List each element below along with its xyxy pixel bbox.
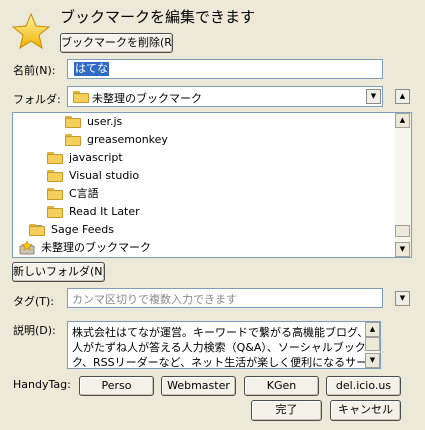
tree-item[interactable]: 未整理のブックマーク: [19, 239, 151, 257]
done-button[interactable]: 完了: [251, 400, 322, 421]
dialog-title: ブックマークを編集できます: [60, 8, 256, 26]
folder-icon: [73, 91, 89, 103]
tree-item[interactable]: user.js: [65, 113, 122, 131]
folder-selected-value: 未整理のブックマーク: [92, 92, 202, 105]
tree-item[interactable]: C言語: [47, 185, 99, 203]
scroll-thumb[interactable]: [395, 225, 410, 237]
tree-item[interactable]: javascript: [47, 149, 123, 167]
tree-item-label: greasemonkey: [87, 133, 168, 146]
name-label: 名前(N):: [13, 64, 56, 77]
scroll-up-button[interactable]: ▲: [395, 113, 410, 128]
folder-label: フォルダ:: [13, 93, 61, 106]
new-folder-button[interactable]: 新しいフォルダ(N): [12, 262, 105, 282]
tree-item-label: javascript: [69, 151, 123, 164]
folder-icon: [47, 170, 63, 182]
tree-item-label: Sage Feeds: [51, 223, 114, 236]
description-line: ク、RSSリーダーなど、ネット生活が楽しく便利になるサービスが: [72, 356, 381, 369]
tree-item-label: Visual studio: [69, 169, 140, 182]
folder-icon: [65, 116, 81, 128]
tree-item[interactable]: Read It Later: [47, 203, 140, 221]
tree-item[interactable]: greasemonkey: [65, 131, 168, 149]
tree-item[interactable]: Visual studio: [47, 167, 139, 185]
description-line: 株式会社はてなが運営。キーワードで繋がる高機能ブログ、: [72, 326, 369, 339]
handytag-label: HandyTag:: [13, 378, 71, 391]
description-line: 人がたずね人が答える人力検索（Q&A）、ソーシャルブックマー: [72, 341, 381, 354]
scroll-down-button[interactable]: ▼: [365, 353, 380, 368]
folder-select[interactable]: 未整理のブックマーク ▼: [67, 86, 383, 107]
folder-icon: [65, 134, 81, 146]
unsorted-bookmarks-icon: [19, 240, 35, 255]
handytag-delicious-button[interactable]: del.icio.us: [326, 376, 401, 396]
scroll-up-button[interactable]: ▲: [365, 322, 380, 337]
description-scrollbar[interactable]: ▲ ▼: [365, 322, 380, 368]
chevron-down-icon[interactable]: ▼: [366, 89, 381, 104]
scroll-thumb[interactable]: [365, 337, 380, 351]
handytag-webmaster-button[interactable]: Webmaster: [161, 376, 236, 396]
description-label: 説明(D):: [13, 324, 56, 337]
folder-icon: [47, 206, 63, 218]
tags-placeholder: カンマ区切りで複数入力できます: [72, 293, 237, 306]
tree-scrollbar[interactable]: ▲ ▼: [395, 113, 411, 257]
tree-item-label: 未整理のブックマーク: [41, 241, 151, 254]
handytag-perso-button[interactable]: Perso: [79, 376, 154, 396]
folder-icon: [47, 188, 63, 200]
name-field[interactable]: はてな: [67, 59, 383, 79]
tags-field[interactable]: カンマ区切りで複数入力できます: [67, 288, 383, 308]
description-textarea[interactable]: 株式会社はてなが運営。キーワードで繋がる高機能ブログ、 人がたずね人が答える人力…: [67, 321, 381, 369]
cancel-button[interactable]: キャンセル: [330, 400, 401, 421]
tags-dropdown-button[interactable]: ▼: [395, 291, 410, 306]
tree-item-label: user.js: [87, 115, 123, 128]
tree-item-label: Read It Later: [69, 205, 140, 218]
delete-bookmark-button[interactable]: ブックマークを削除(R): [60, 33, 173, 53]
folder-tree[interactable]: user.js greasemonkey javascript Visual stud…: [12, 112, 412, 258]
tags-label: タグ(T):: [13, 295, 55, 308]
handytag-kgen-button[interactable]: KGen: [244, 376, 319, 396]
star-icon: [11, 12, 51, 50]
tree-item[interactable]: + Sage Feeds: [29, 221, 114, 239]
scroll-down-button[interactable]: ▼: [395, 242, 410, 257]
folder-icon: [47, 152, 63, 164]
tree-item-label: C言語: [69, 187, 99, 200]
name-value: はてな: [74, 62, 109, 76]
folder-expand-button[interactable]: ▲: [395, 89, 410, 104]
folder-icon: [29, 224, 45, 236]
